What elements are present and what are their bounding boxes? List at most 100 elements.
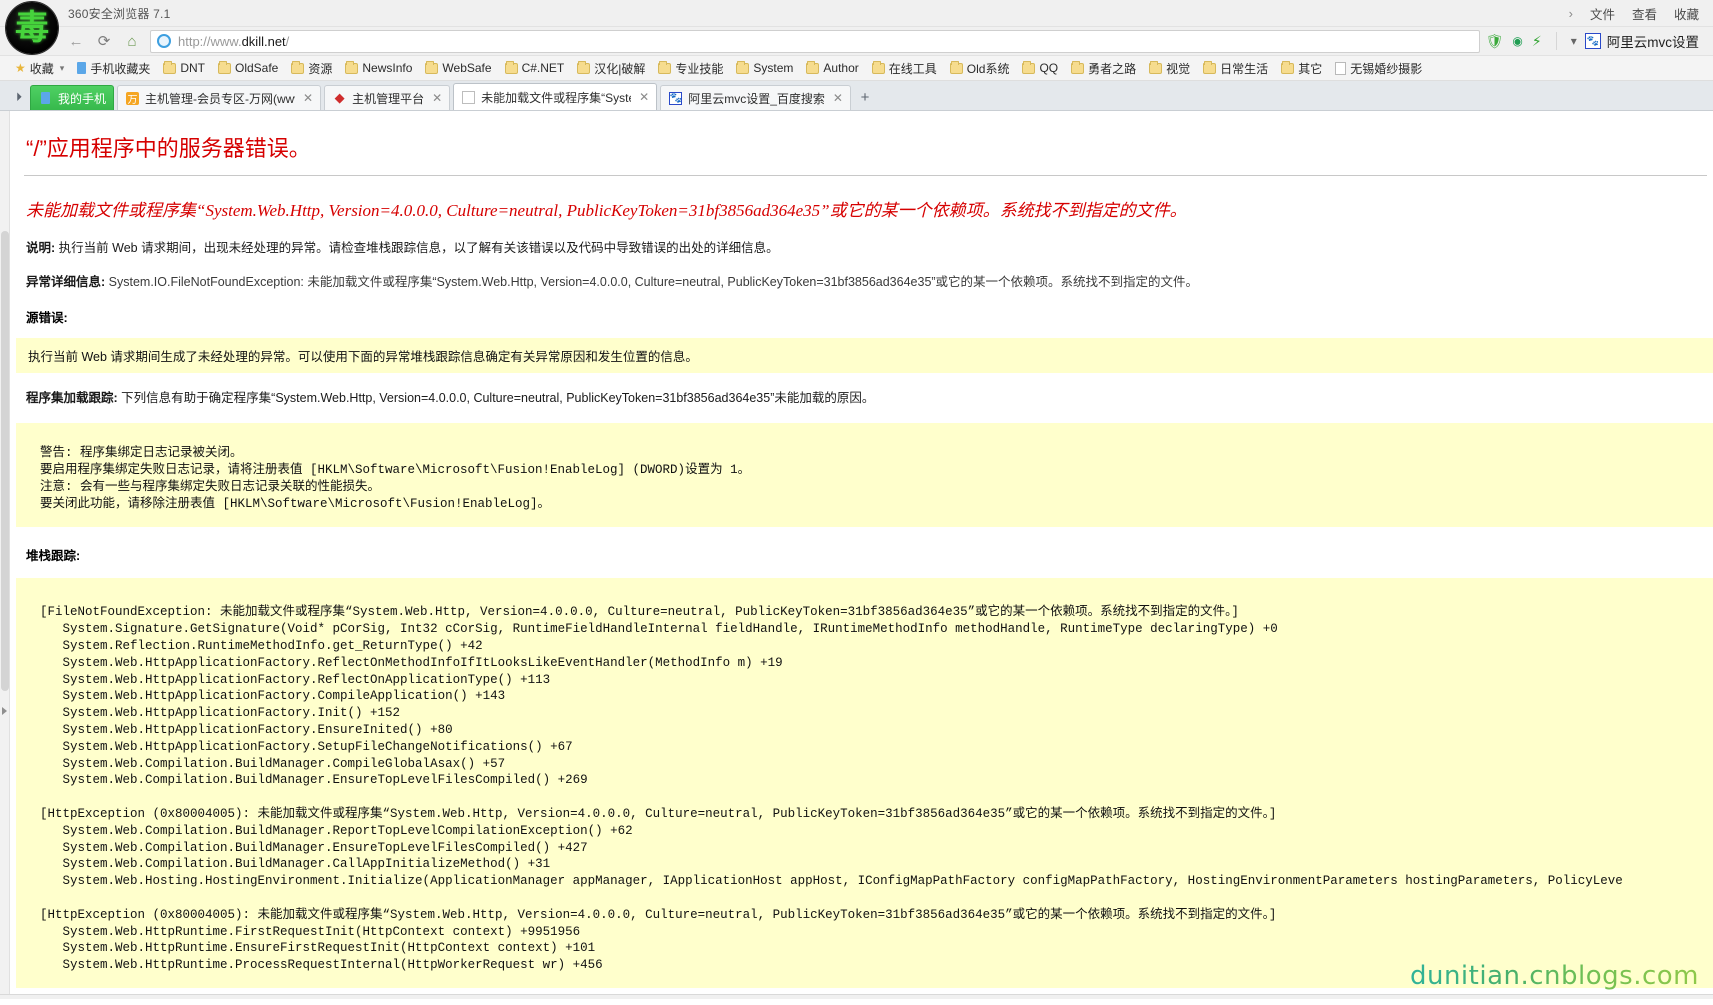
bolt-icon[interactable]: ⚡ — [1532, 33, 1542, 50]
bookmark-item[interactable]: 手机收藏夹 — [72, 58, 155, 79]
tab-list-button[interactable]: ⏵ — [8, 84, 30, 110]
tab-server-error[interactable]: 未能加载文件或程序集“System ✕ — [453, 83, 658, 110]
folder-icon — [577, 60, 591, 74]
reload-button[interactable]: ⟳ — [90, 28, 118, 54]
bookmark-item[interactable]: 视觉 — [1144, 58, 1195, 79]
address-bar[interactable]: http://www.dkill.net/ — [150, 29, 1480, 53]
fusion-log-box: 警告: 程序集绑定日志记录被关闭。 要启用程序集绑定失败日志记录，请将注册表值 … — [16, 423, 1713, 528]
folder-icon — [504, 60, 518, 74]
bookmark-item[interactable]: 在线工具 — [867, 58, 942, 79]
logo-glyph: 毒 — [15, 8, 49, 48]
bookmark-favorites-label: 收藏 — [29, 61, 54, 76]
bookmark-item[interactable]: C#.NET — [500, 59, 570, 77]
url-host: dkill.net — [241, 33, 286, 49]
bookmark-label: OldSafe — [235, 61, 279, 75]
bookmark-label: 视觉 — [1166, 61, 1191, 76]
assembly-load-trace-label: 程序集加载跟踪: — [26, 391, 118, 406]
tab-baidu-search[interactable]: 🐾 阿里云mvc设置_百度搜索 ✕ — [660, 85, 851, 110]
bookmark-item[interactable]: OldSafe — [213, 59, 283, 77]
bookmark-item[interactable]: DNT — [158, 59, 210, 77]
bookmark-item[interactable]: 汉化|破解 — [572, 58, 650, 79]
bookmark-label: 专业技能 — [675, 61, 724, 76]
bookmark-item[interactable]: 勇者之路 — [1066, 58, 1141, 79]
bookmark-item[interactable]: Author — [801, 59, 863, 77]
bookmark-label: 无锡婚纱摄影 — [1350, 61, 1423, 76]
bookmark-label: 其它 — [1298, 61, 1323, 76]
folder-icon — [291, 60, 305, 74]
page-icon — [462, 90, 476, 104]
close-icon[interactable]: ✕ — [833, 91, 843, 105]
folder-icon — [736, 60, 750, 74]
chevron-down-icon: ▾ — [59, 62, 65, 73]
folder-icon — [658, 60, 672, 74]
folder-icon — [949, 60, 963, 74]
bookmark-label: Author — [823, 61, 859, 75]
tab-my-phone[interactable]: 我的手机 — [30, 85, 115, 110]
folder-icon — [1022, 60, 1036, 74]
shield-icon[interactable]: 🛡 — [1486, 33, 1504, 50]
stack-trace-box: [FileNotFoundException: 未能加载文件或程序集“Syste… — [16, 578, 1713, 988]
page-title: “/”应用程序中的服务器错误。 — [26, 136, 311, 161]
folder-icon — [1281, 60, 1295, 74]
bookmarks-bar: ★ 收藏 ▾ 手机收藏夹 DNT OldSafe 资源 NewsInfo Web… — [0, 56, 1713, 81]
menu-item-file[interactable]: 文件 — [1590, 4, 1615, 23]
site-identity-icon — [157, 34, 171, 48]
tab-label: 主机管理-会员专区-万网(www. — [145, 91, 296, 106]
star-icon: ★ — [15, 61, 26, 75]
toolbar-icons: 🛡 ◉ ⚡ ▾ — [1484, 32, 1585, 50]
bookmark-label: 资源 — [308, 61, 333, 76]
bookmark-item[interactable]: 专业技能 — [653, 58, 728, 79]
phone-icon — [39, 92, 52, 105]
bookmark-item[interactable]: WebSafe — [420, 59, 496, 77]
window-menu: › 文件 查看 收藏 — [1569, 4, 1713, 23]
back-button[interactable]: ← — [62, 28, 90, 54]
bookmark-label: 手机收藏夹 — [90, 61, 151, 76]
folder-icon — [218, 60, 231, 74]
account-area[interactable]: 🐾 阿里云mvc设置 — [1584, 31, 1713, 51]
navigation-toolbar: ← ⟳ ⌂ http://www.dkill.net/ 🛡 ◉ ⚡ ▾ 🐾 阿里… — [0, 27, 1713, 56]
bookmark-label: NewsInfo — [362, 61, 413, 75]
folder-icon — [345, 60, 359, 74]
folder-icon — [1149, 60, 1163, 74]
bookmark-item[interactable]: 其它 — [1276, 58, 1327, 79]
bookmark-item[interactable]: QQ — [1017, 59, 1063, 77]
scrollbar-thumb[interactable] — [1, 231, 9, 691]
close-icon[interactable]: ✕ — [639, 90, 649, 104]
chevron-right-icon[interactable]: › — [1569, 6, 1573, 21]
page-icon — [1335, 61, 1347, 75]
vertical-scrollbar[interactable] — [0, 111, 10, 999]
tab-host-management-platform[interactable]: ◆ 主机管理平台 ✕ — [324, 85, 451, 110]
bookmark-item[interactable]: System — [731, 59, 798, 77]
error-description-text: 执行当前 Web 请求期间，出现未经处理的异常。请检查堆栈跟踪信息，以了解有关该… — [58, 241, 779, 255]
exception-details: 异常详细信息: System.IO.FileNotFoundException:… — [26, 273, 1713, 291]
tab-host-management-member[interactable]: 万 主机管理-会员专区-万网(www. ✕ — [117, 85, 322, 110]
bookmark-label: DNT — [180, 61, 205, 75]
tab-label: 主机管理平台 — [352, 91, 425, 106]
camera-icon[interactable]: ◉ — [1512, 34, 1522, 48]
bookmark-favorites[interactable]: ★ 收藏 ▾ — [10, 58, 69, 79]
bookmark-item[interactable]: 无锡婚纱摄影 — [1330, 58, 1427, 79]
phone-icon — [77, 62, 87, 74]
scroll-indicator-icon — [2, 707, 7, 715]
bookmark-item[interactable]: Old系统 — [945, 58, 1015, 79]
folder-icon — [871, 60, 885, 74]
home-button[interactable]: ⌂ — [118, 28, 146, 54]
url-prefix: http://www. — [178, 33, 242, 49]
error-description: 说明: 执行当前 Web 请求期间，出现未经处理的异常。请检查堆栈跟踪信息，以了… — [26, 239, 1713, 257]
bookmark-label: System — [753, 61, 794, 75]
title-bar: 360安全浏览器 7.1 › 文件 查看 收藏 — [0, 0, 1713, 27]
close-icon[interactable]: ✕ — [303, 91, 313, 105]
baidu-icon: 🐾 — [1584, 33, 1601, 49]
new-tab-button[interactable]: + — [854, 86, 876, 108]
menu-item-favorites[interactable]: 收藏 — [1674, 4, 1699, 23]
bookmark-label: 在线工具 — [888, 61, 937, 76]
tab-label: 未能加载文件或程序集“System — [481, 90, 632, 105]
bookmark-item[interactable]: 资源 — [286, 58, 337, 79]
close-icon[interactable]: ✕ — [432, 91, 442, 105]
bookmark-item[interactable]: NewsInfo — [340, 59, 417, 77]
menu-item-view[interactable]: 查看 — [1632, 4, 1657, 23]
folder-icon — [1203, 60, 1217, 74]
bookmark-label: 汉化|破解 — [594, 61, 646, 76]
bookmark-item[interactable]: 日常生活 — [1198, 58, 1273, 79]
chevron-down-icon[interactable]: ▾ — [1571, 34, 1577, 48]
